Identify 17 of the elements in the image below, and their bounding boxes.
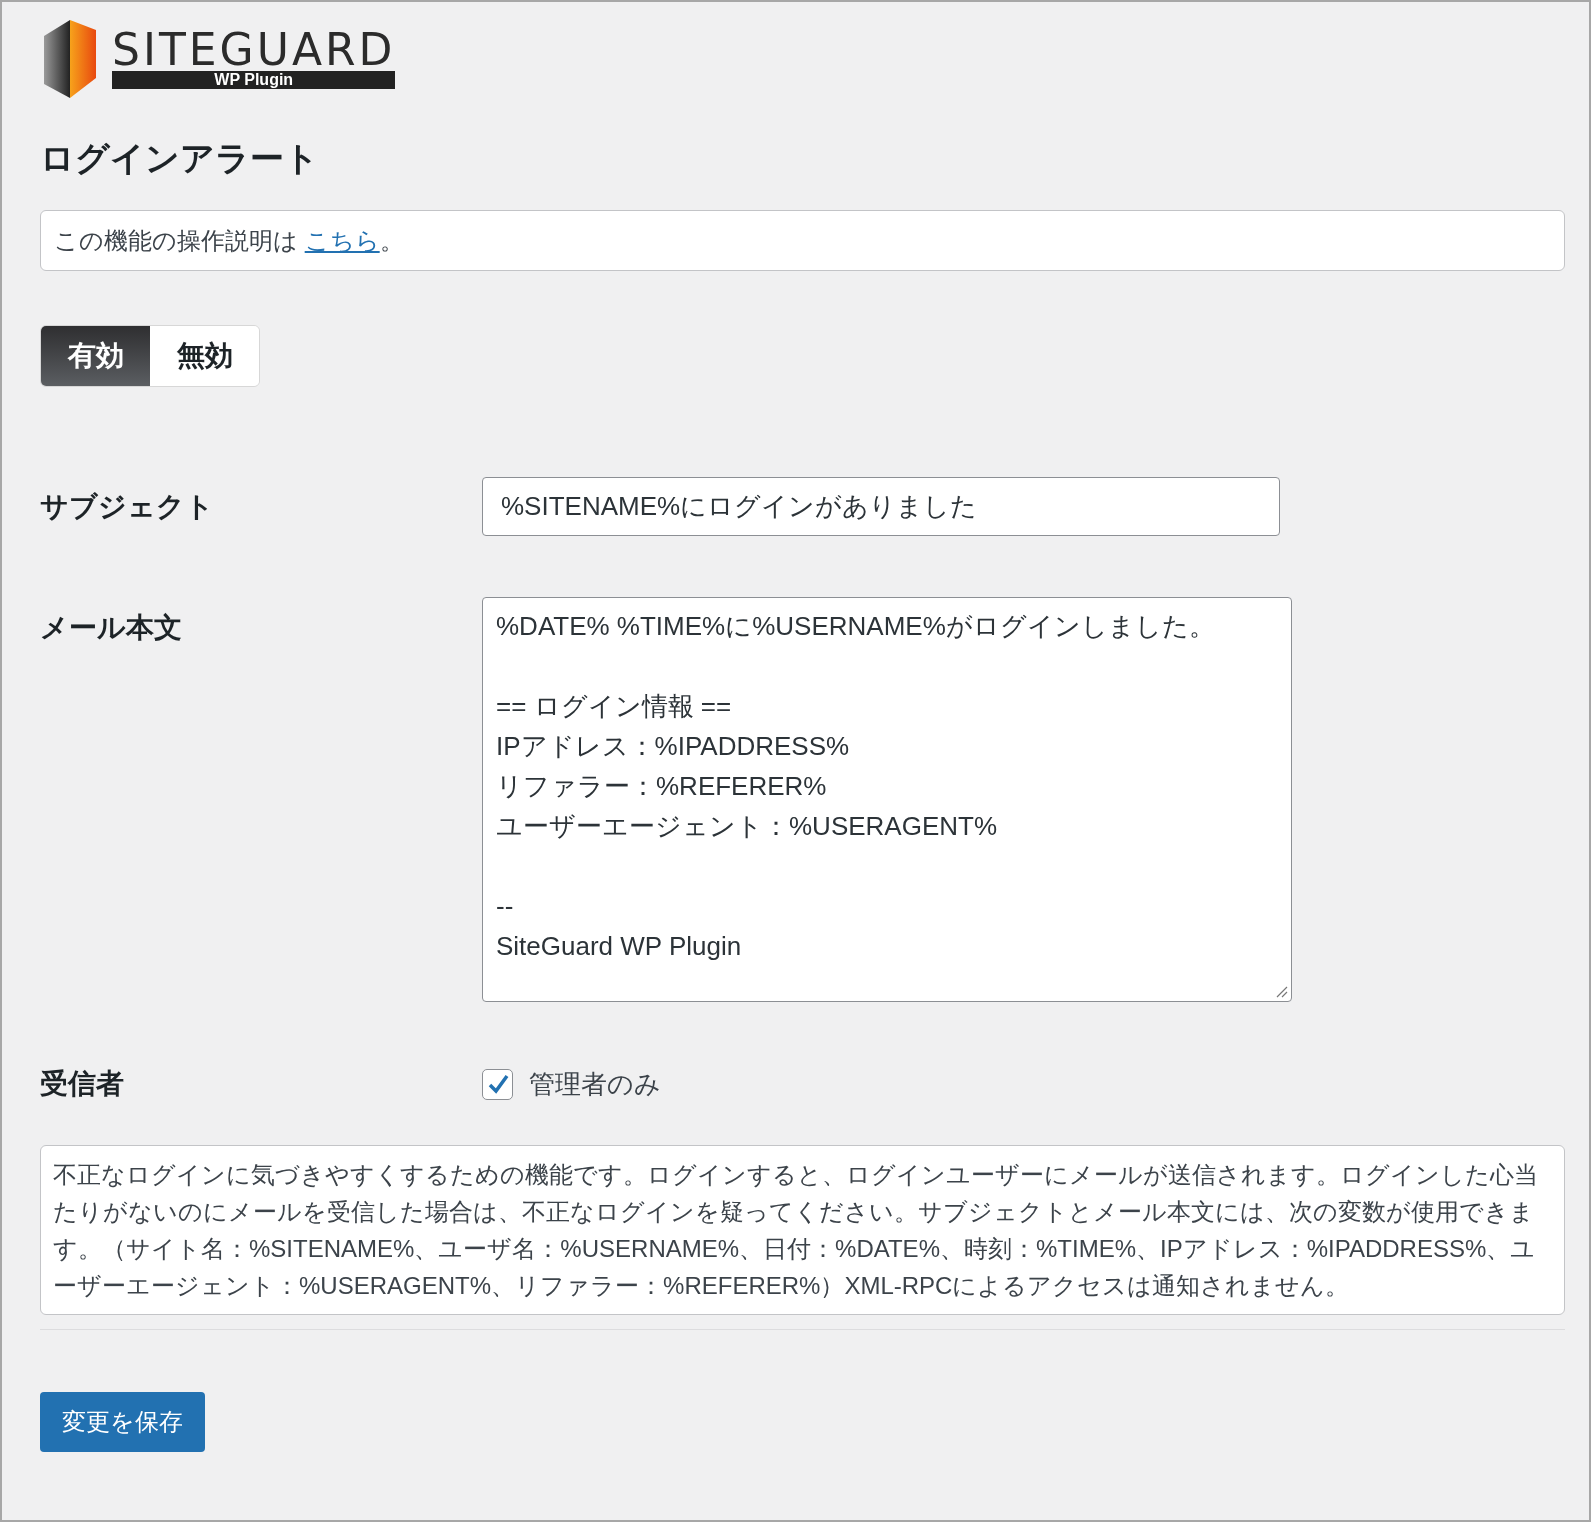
logo-tagline: WP Plugin (112, 71, 396, 89)
toggle-option[interactable]: 有効 (41, 326, 150, 386)
field-label: メール本文 (40, 611, 183, 645)
save-button[interactable]: 変更を保存 (40, 1392, 205, 1452)
field-label: 受信者 (40, 1067, 125, 1101)
logo-wordmark: SITEGUARD (112, 29, 396, 71)
checkbox-label[interactable]: 管理者のみ (529, 1064, 661, 1104)
checkbox[interactable] (482, 1068, 513, 1100)
toggle-option[interactable]: 無効 (150, 326, 259, 386)
description-text: 不正なログインに気づきやすくするための機能です。ログインすると、ログインユーザーにメールが送信されます。ログインした心当たりがないのにメールを受信した場合は、不正なログインを疑ってください。サブジェクトとメール本文には、次の変数が使用できます。（サイト名：%SITENAME%、ユーザ名：%USERNAME%、日付：%DATE%、時刻：%TIME%、IPアドレス：%IPADDRESS%、ユーザーエージェント：%USERAGENT%、リファラー：%REFERER%）XML-RPCによるアクセスは通知されません。 (53, 1160, 1539, 1301)
page-title: ログインアラート (40, 138, 320, 179)
field-label: サブジェクト (40, 489, 215, 524)
help-link[interactable]: こちら (304, 226, 380, 254)
subject-input[interactable]: %SITENAME%にログインがありました (482, 477, 1280, 536)
message-textarea[interactable]: %DATE% %TIME%に%USERNAME%がログインしました。 == ログイン情報 == IPアドレス：%IPADDRESS% リファラー：%REFERER% ユーザーエージェント：%USERAGENT% -- SiteGuard WP Plugin (482, 597, 1292, 1002)
notice-text: この機能の操作説明は こちら。 (54, 225, 404, 256)
resize-grip-icon[interactable] (1274, 984, 1288, 998)
